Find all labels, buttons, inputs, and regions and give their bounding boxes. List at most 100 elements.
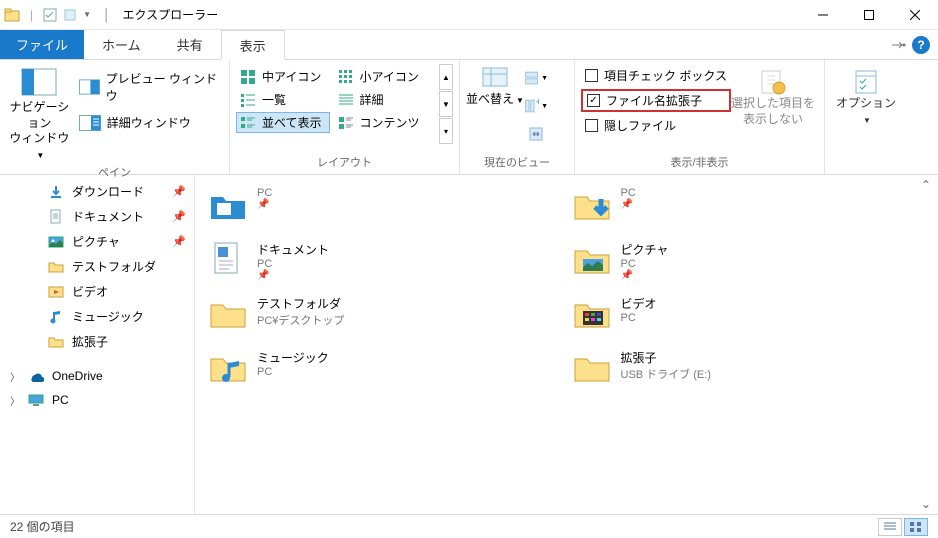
group-currentview-label: 現在のビュー — [466, 152, 568, 172]
layout-medium-icons[interactable]: 中アイコン — [236, 66, 330, 87]
tab-view[interactable]: 表示 — [221, 30, 285, 60]
details-pane-button[interactable]: 詳細ウィンドウ — [79, 114, 223, 131]
scroll-up-icon[interactable]: ⌃ — [918, 177, 934, 193]
layout-scroll-up[interactable]: ▲ — [439, 64, 453, 90]
help-button[interactable]: ? — [912, 36, 930, 54]
sidebar-item[interactable]: 拡張子 — [0, 329, 194, 354]
folder-icon — [48, 334, 64, 350]
navigation-sidebar[interactable]: ダウンロード📌ドキュメント📌ピクチャ📌テストフォルダビデオミュージック拡張子〉O… — [0, 175, 195, 514]
tile-name: ピクチャ — [621, 241, 669, 258]
folder-blue-icon — [207, 185, 249, 227]
layout-scroll-down[interactable]: ▼ — [439, 91, 453, 117]
pictures-icon — [48, 234, 64, 250]
sidebar-item[interactable]: ピクチャ📌 — [0, 229, 194, 254]
navigation-pane-button[interactable]: ナビゲーション ウィンドウ▼ — [6, 64, 73, 162]
sidebar-item[interactable]: 〉OneDrive — [0, 364, 194, 388]
tile-item[interactable]: PC📌 — [567, 179, 931, 233]
group-showhide-label: 表示/非表示 — [581, 152, 818, 172]
tile-item[interactable]: テストフォルダPC¥デスクトップ — [203, 287, 567, 341]
tile-item[interactable]: PC📌 — [203, 179, 567, 233]
sidebar-item-label: ドキュメント — [72, 208, 144, 225]
tile-name: ミュージック — [257, 349, 329, 366]
svg-text:+: + — [536, 97, 539, 108]
items-area[interactable]: ⌃ ⌄ PC📌ドキュメントPC📌テストフォルダPC¥デスクトップミュージックPC… — [195, 175, 938, 514]
scroll-down-icon[interactable]: ⌄ — [918, 496, 934, 512]
layout-content[interactable]: コンテンツ — [334, 112, 428, 133]
details-icon — [338, 92, 354, 108]
hide-selected-button[interactable]: 選択した項目を 表示しない — [731, 64, 815, 127]
tile-sub: PC — [257, 258, 329, 270]
tile-item[interactable]: 拡張子USB ドライブ (E:) — [567, 341, 931, 395]
ribbon: ナビゲーション ウィンドウ▼ プレビュー ウィンドウ 詳細ウィンドウ ペイン 中… — [0, 60, 938, 175]
tiles-icon — [240, 115, 256, 131]
sidebar-item[interactable]: ミュージック — [0, 304, 194, 329]
tile-item[interactable]: ビデオPC — [567, 287, 931, 341]
details-view-toggle[interactable] — [878, 518, 902, 536]
tile-item[interactable]: ドキュメントPC📌 — [203, 233, 567, 287]
icons-view-toggle[interactable] — [904, 518, 928, 536]
tab-share[interactable]: 共有 — [159, 30, 221, 59]
videos-icon — [48, 284, 64, 300]
layout-list[interactable]: 一覧 — [236, 89, 330, 110]
folder-icon — [48, 259, 64, 275]
sidebar-item-label: OneDrive — [52, 369, 103, 383]
medium-icons-icon — [240, 69, 256, 85]
tile-sub: PC — [257, 187, 272, 199]
minimize-button[interactable] — [800, 0, 846, 30]
tile-name: ドキュメント — [257, 241, 329, 258]
tile-item[interactable]: ピクチャPC📌 — [567, 233, 931, 287]
sidebar-item-label: PC — [52, 393, 69, 407]
sidebar-item[interactable]: テストフォルダ — [0, 254, 194, 279]
explorer-icon — [4, 7, 20, 23]
pin-icon: 📌 — [172, 210, 186, 223]
sort-icon — [479, 64, 511, 92]
options-button[interactable]: オプション▼ — [831, 64, 901, 127]
tile-sub: PC — [257, 366, 329, 378]
file-extensions-toggle[interactable]: ファイル名拡張子 — [581, 89, 731, 112]
tile-sub: PC — [621, 187, 636, 199]
document-icon — [48, 209, 64, 225]
tile-sub: PC¥デスクトップ — [257, 312, 344, 328]
qat-dropdown[interactable]: ▼ — [83, 10, 91, 19]
folder-icon — [207, 293, 249, 335]
ribbon-tabs: ファイル ホーム 共有 表示 ? — [0, 30, 938, 60]
qat-item-icon[interactable] — [63, 8, 77, 22]
sidebar-item[interactable]: ビデオ — [0, 279, 194, 304]
preview-pane-icon — [79, 79, 100, 95]
layout-small-icons[interactable]: 小アイコン — [334, 66, 428, 87]
pin-icon: 📌 — [172, 235, 186, 248]
fit-icon — [527, 125, 545, 143]
tile-name: 拡張子 — [621, 349, 711, 366]
sidebar-item-label: ビデオ — [72, 283, 108, 300]
pin-icon: 📌 — [257, 199, 272, 210]
qat-checkbox-icon[interactable] — [43, 8, 57, 22]
tab-home[interactable]: ホーム — [84, 30, 159, 59]
layout-more[interactable]: ▾ — [439, 118, 453, 144]
hide-selected-icon — [757, 68, 789, 96]
pin-ribbon-icon[interactable] — [892, 40, 906, 50]
item-checkboxes-toggle[interactable]: 項目チェック ボックス — [581, 66, 731, 85]
preview-pane-button[interactable]: プレビュー ウィンドウ — [79, 70, 223, 104]
pin-icon: 📌 — [621, 199, 636, 210]
tile-sub: PC — [621, 258, 669, 270]
sidebar-item[interactable]: ダウンロード📌 — [0, 179, 194, 204]
group-layout-label: レイアウト — [236, 152, 453, 172]
sidebar-item[interactable]: ドキュメント 📌 — [0, 204, 194, 229]
hidden-items-toggle[interactable]: 隠しファイル — [581, 116, 731, 135]
sidebar-item[interactable]: 〉PC — [0, 388, 194, 412]
add-columns-button[interactable]: +▼ — [524, 94, 548, 118]
sidebar-item-label: ミュージック — [72, 308, 144, 325]
columns-icon: + — [524, 97, 539, 115]
size-columns-button[interactable] — [524, 122, 548, 146]
tile-name: テストフォルダ — [257, 295, 344, 312]
close-button[interactable] — [892, 0, 938, 30]
content-icon — [338, 115, 354, 131]
sort-by-button[interactable]: 並べ替え▼ — [466, 64, 524, 108]
layout-tiles[interactable]: 並べて表示 — [236, 112, 330, 133]
maximize-button[interactable] — [846, 0, 892, 30]
music-icon — [48, 309, 64, 325]
layout-details[interactable]: 詳細 — [334, 89, 428, 110]
tab-file[interactable]: ファイル — [0, 30, 84, 59]
group-by-button[interactable]: ▼ — [524, 66, 548, 90]
tile-item[interactable]: ミュージックPC — [203, 341, 567, 395]
